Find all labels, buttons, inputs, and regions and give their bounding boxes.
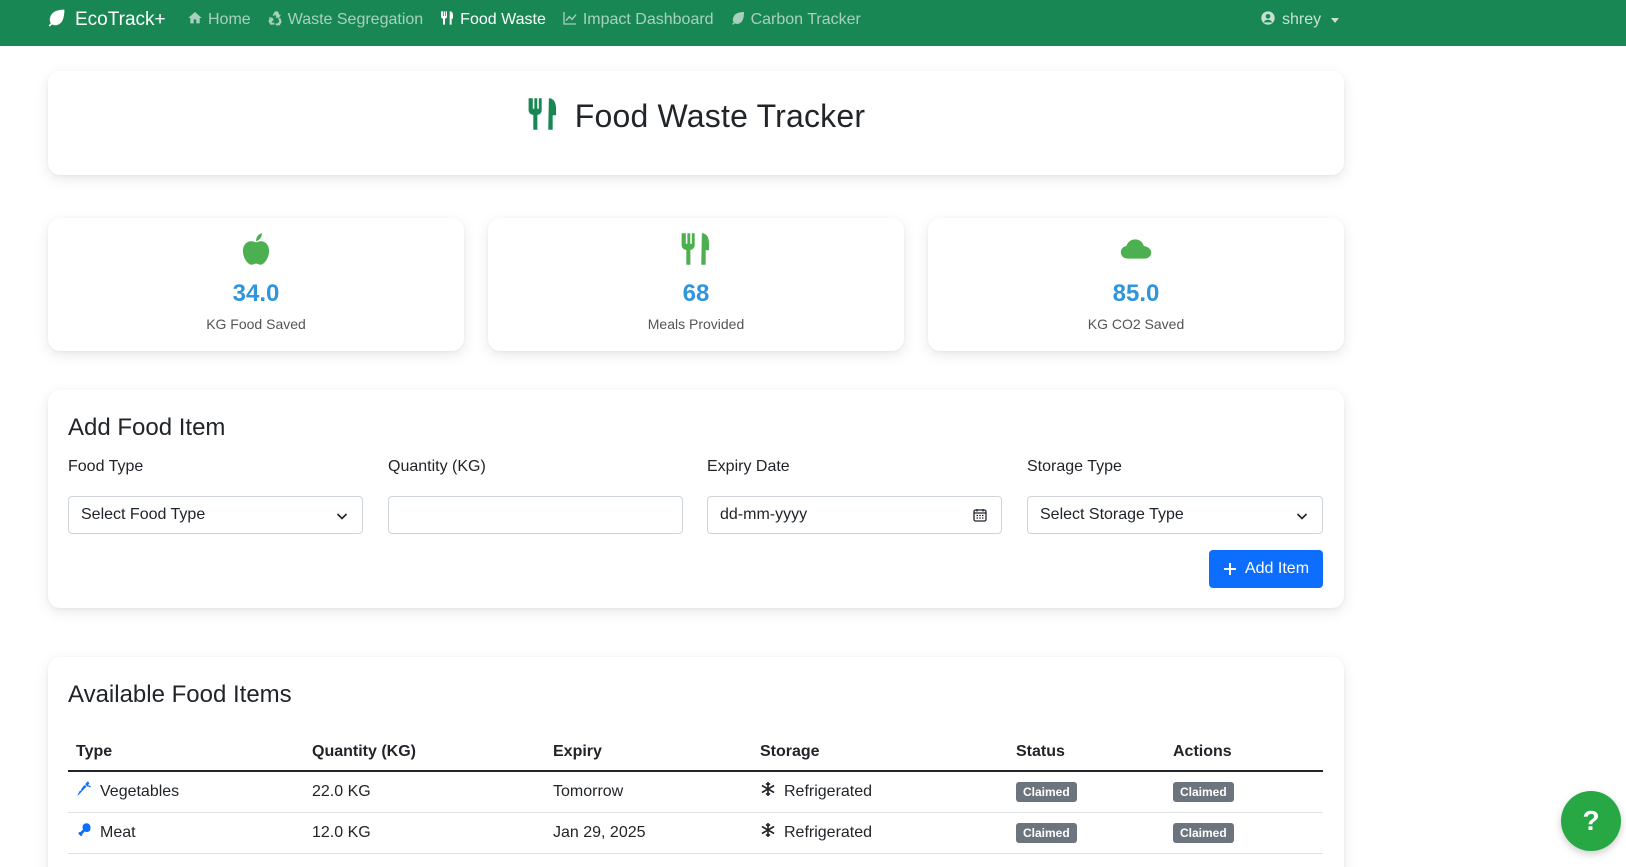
- nav-link-impact-dashboard[interactable]: Impact Dashboard: [562, 10, 714, 31]
- food-type: Meat: [100, 823, 136, 841]
- utensils-icon: [527, 97, 559, 136]
- chevron-down-icon: [1331, 17, 1340, 23]
- leaf-icon: [46, 7, 67, 34]
- brand-logo[interactable]: EcoTrack+: [46, 0, 166, 40]
- storage-value: Refrigerated: [784, 782, 873, 800]
- quantity-label: Quantity (KG): [388, 458, 486, 475]
- section-title: Add Food Item: [68, 414, 226, 441]
- apple-icon: [240, 232, 272, 271]
- food-type-value: Select Food Type: [81, 506, 206, 523]
- stat-card-co2-saved: 85.0 KG CO2 Saved: [928, 218, 1344, 351]
- page-title: Food Waste Tracker: [574, 97, 866, 134]
- expiry-cell: Jan 29, 2025: [545, 812, 752, 854]
- storage-type-select[interactable]: Select Storage Type: [1027, 496, 1323, 534]
- stat-label: KG Food Saved: [206, 316, 306, 332]
- quantity-cell: 22.0 KG: [304, 771, 545, 813]
- status-badge: Claimed: [1016, 781, 1077, 802]
- user-menu[interactable]: shrey: [1260, 0, 1340, 40]
- help-label: ?: [1582, 805, 1600, 836]
- food-items-table: Type Quantity (KG) Expiry Storage Status…: [68, 733, 1323, 854]
- table-header-row: Type Quantity (KG) Expiry Storage Status…: [68, 733, 1323, 772]
- line-chart-icon: [562, 10, 578, 31]
- leaf-icon: [730, 10, 746, 31]
- nav-link-label: Home: [208, 11, 251, 28]
- recycle-icon: [267, 10, 283, 31]
- status-badge: Claimed: [1016, 822, 1077, 843]
- stat-label: Meals Provided: [647, 316, 745, 332]
- action-badge[interactable]: Claimed: [1173, 781, 1234, 802]
- add-item-button[interactable]: Add Item: [1209, 550, 1323, 588]
- column-header: Expiry: [545, 733, 752, 772]
- column-header: Actions: [1165, 733, 1323, 772]
- available-food-items-card: Available Food Items Type Quantity (KG) …: [48, 657, 1344, 867]
- food-type: Vegetables: [100, 782, 180, 800]
- page-header-card: Food Waste Tracker: [48, 71, 1344, 175]
- food-type-select[interactable]: Select Food Type: [68, 496, 363, 534]
- nav-link-home[interactable]: Home: [187, 10, 251, 31]
- chevron-down-icon: [336, 513, 348, 520]
- column-header: Quantity (KG): [304, 733, 545, 772]
- nav-link-carbon-tracker[interactable]: Carbon Tracker: [730, 10, 861, 31]
- column-header: Status: [1008, 733, 1165, 772]
- stat-card-food-saved: 34.0 KG Food Saved: [48, 218, 464, 351]
- stat-value: 68: [682, 280, 710, 307]
- add-food-item-card: Add Food Item Food Type Select Food Type…: [48, 390, 1344, 608]
- action-badge[interactable]: Claimed: [1173, 822, 1234, 843]
- help-button[interactable]: ?: [1561, 791, 1621, 851]
- nav-link-label: Food Waste: [460, 11, 546, 28]
- section-title: Available Food Items: [68, 681, 292, 708]
- snowflake-icon: [760, 781, 776, 802]
- food-type-label: Food Type: [68, 458, 144, 475]
- storage-type-value: Select Storage Type: [1040, 506, 1184, 523]
- column-header: Type: [68, 733, 304, 772]
- brand-name: EcoTrack+: [75, 9, 166, 30]
- storage-value: Refrigerated: [784, 823, 873, 841]
- expiry-date-value: dd-mm-yyyy: [720, 506, 808, 523]
- snowflake-icon: [760, 822, 776, 843]
- expiry-cell: Tomorrow: [545, 771, 752, 813]
- quantity-input[interactable]: [388, 496, 683, 534]
- top-navbar: EcoTrack+ Home Waste Segregation Food Wa…: [0, 0, 1626, 46]
- nav-link-food-waste[interactable]: Food Waste: [439, 10, 546, 31]
- stat-card-meals-provided: 68 Meals Provided: [488, 218, 904, 351]
- plus-icon: [1223, 563, 1236, 575]
- chevron-down-icon: [1296, 513, 1308, 520]
- user-name: shrey: [1282, 11, 1322, 28]
- cloud-icon: [1120, 232, 1152, 271]
- nav-link-waste-segregation[interactable]: Waste Segregation: [267, 10, 423, 31]
- utensils-icon: [680, 232, 712, 271]
- utensils-icon: [439, 10, 455, 31]
- nav-link-label: Carbon Tracker: [750, 11, 861, 28]
- nav-link-label: Waste Segregation: [287, 11, 424, 28]
- stat-value: 85.0: [1112, 280, 1160, 307]
- column-header: Storage: [752, 733, 1008, 772]
- table-row: Vegetables 22.0 KG Tomorrow Refrigerated…: [68, 771, 1323, 813]
- expiry-date-input[interactable]: dd-mm-yyyy: [707, 496, 1002, 534]
- nav-link-label: Impact Dashboard: [582, 11, 714, 28]
- drumstick-icon: [76, 822, 92, 843]
- expiry-date-label: Expiry Date: [707, 458, 790, 475]
- home-icon: [187, 10, 203, 31]
- user-circle-icon: [1260, 10, 1276, 31]
- storage-type-label: Storage Type: [1027, 458, 1122, 475]
- stat-label: KG CO2 Saved: [1087, 316, 1185, 332]
- calendar-icon[interactable]: [973, 508, 987, 522]
- nav-links: Home Waste Segregation Food Waste Impact…: [187, 0, 877, 40]
- quantity-cell: 12.0 KG: [304, 812, 545, 854]
- table-row: Meat 12.0 KG Jan 29, 2025 Refrigerated C…: [68, 812, 1323, 854]
- carrot-icon: [76, 781, 92, 802]
- add-item-label: Add Item: [1244, 560, 1310, 577]
- stat-value: 34.0: [232, 280, 280, 307]
